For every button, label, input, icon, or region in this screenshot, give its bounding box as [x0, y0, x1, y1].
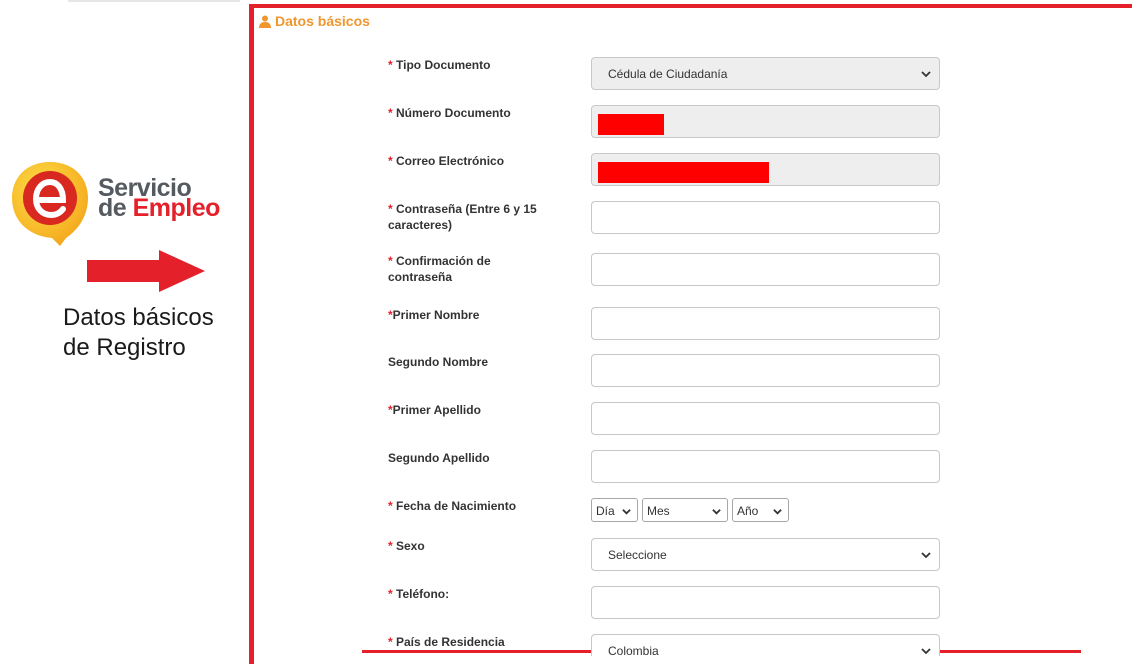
redaction-block — [598, 162, 769, 183]
logo-e-icon — [12, 162, 88, 246]
correo-input[interactable] — [591, 153, 940, 186]
label-text: Sexo — [392, 539, 425, 553]
redaction-block — [598, 114, 664, 135]
label-segundo-nombre: Segundo Nombre — [388, 355, 489, 369]
label-contrasena: * Contraseña (Entre 6 y 15 caracteres) — [388, 201, 568, 233]
sexo-select[interactable]: Seleccione — [591, 538, 940, 571]
chevron-down-icon — [712, 509, 721, 515]
numero-documento-input[interactable] — [591, 105, 940, 138]
logo-line-2: de Empleo — [98, 196, 220, 221]
chevron-down-icon — [622, 509, 631, 515]
fecha-nacimiento-group: Día Mes Año — [591, 498, 789, 522]
label-numero-documento: * Número Documento — [388, 105, 568, 121]
label-sexo: * Sexo — [388, 538, 568, 554]
telefono-input[interactable] — [591, 586, 940, 619]
servicio-empleo-logo: Servicio de Empleo — [8, 158, 238, 250]
mes-select[interactable]: Mes — [642, 498, 728, 522]
promo-caption: Datos básicos de Registro — [63, 303, 243, 363]
label-text: Contraseña (Entre 6 y 15 — [392, 202, 537, 216]
mes-value: Mes — [647, 504, 670, 518]
label-text: Primer Apellido — [392, 403, 481, 417]
segundo-nombre-input[interactable] — [591, 354, 940, 387]
tipo-documento-select[interactable]: Cédula de Ciudadanía — [591, 57, 940, 90]
chevron-down-icon — [921, 648, 931, 655]
section-title: Datos básicos — [259, 13, 370, 29]
label-text-2: caracteres) — [388, 218, 453, 232]
chevron-down-icon — [921, 552, 931, 559]
label-text: Primer Nombre — [392, 308, 480, 322]
logo-line-2-accent: Empleo — [132, 194, 221, 222]
label-text: Confirmación de — [392, 254, 491, 268]
anio-select[interactable]: Año — [732, 498, 789, 522]
chevron-down-icon — [921, 71, 931, 78]
label-text: Tipo Documento — [392, 58, 491, 72]
label-fecha-nacimiento: * Fecha de Nacimiento — [388, 498, 568, 514]
confirmacion-input[interactable] — [591, 253, 940, 286]
anio-value: Año — [737, 504, 759, 518]
label-confirmacion: * Confirmación de contraseña — [388, 253, 568, 285]
label-pais: * País de Residencia — [388, 634, 568, 650]
label-primer-apellido: *Primer Apellido — [388, 402, 568, 418]
label-text: Correo Electrónico — [392, 154, 505, 168]
right-arrow-icon — [87, 250, 205, 292]
segundo-apellido-input[interactable] — [591, 450, 940, 483]
chevron-down-icon — [773, 509, 782, 515]
user-icon — [259, 15, 271, 28]
tipo-documento-value: Cédula de Ciudadanía — [608, 67, 728, 81]
dia-value: Día — [596, 504, 615, 518]
contrasena-input[interactable] — [591, 201, 940, 234]
label-tipo-documento: * Tipo Documento — [388, 57, 568, 73]
label-correo: * Correo Electrónico — [388, 153, 568, 169]
section-title-text: Datos básicos — [275, 13, 370, 29]
promo-caption-line-1: Datos básicos — [63, 304, 214, 331]
label-text: País de Residencia — [392, 635, 505, 649]
logo-wordmark: Servicio de Empleo — [98, 176, 220, 221]
label-text: Número Documento — [392, 106, 511, 120]
label-primer-nombre: *Primer Nombre — [388, 307, 568, 323]
dia-select[interactable]: Día — [591, 498, 638, 522]
sexo-value: Seleccione — [608, 548, 667, 562]
top-strip — [68, 0, 240, 2]
promo-caption-line-2: de Registro — [63, 334, 186, 361]
label-segundo-apellido: Segundo Apellido — [388, 451, 490, 465]
pais-select[interactable]: Colombia — [591, 634, 940, 658]
logo-line-2-prefix: de — [98, 194, 133, 222]
label-text: Fecha de Nacimiento — [392, 499, 517, 513]
primer-apellido-input[interactable] — [591, 402, 940, 435]
label-telefono: * Teléfono: — [388, 586, 568, 602]
label-text: Teléfono: — [392, 587, 450, 601]
label-text-2: contraseña — [388, 270, 453, 284]
primer-nombre-input[interactable] — [591, 307, 940, 340]
